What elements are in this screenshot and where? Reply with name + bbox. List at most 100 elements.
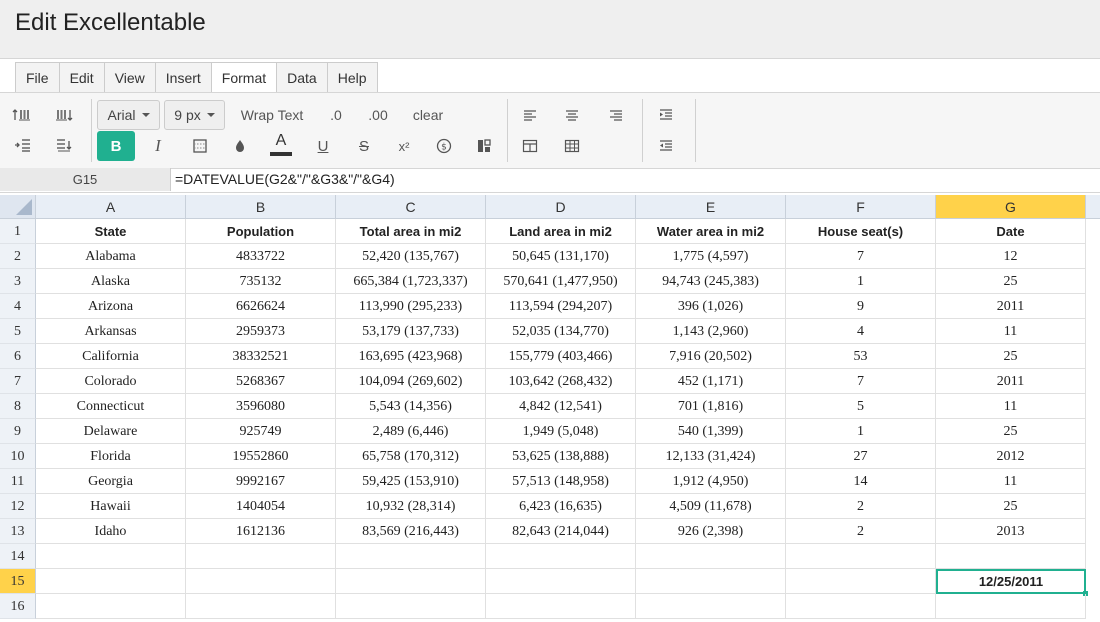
cell-b16[interactable] xyxy=(186,594,336,619)
superscript-button[interactable]: x² xyxy=(391,133,417,159)
cell-f15[interactable] xyxy=(786,569,936,594)
increase-decimal-button[interactable]: .00 xyxy=(362,103,394,127)
row-header-2[interactable]: 2 xyxy=(0,244,36,269)
cell-e7[interactable]: 452 (1,171) xyxy=(636,369,786,394)
delete-row-icon[interactable] xyxy=(8,133,36,157)
cell-c6[interactable]: 163,695 (423,968) xyxy=(336,344,486,369)
menu-format[interactable]: Format xyxy=(211,63,278,93)
cell-f8[interactable]: 5 xyxy=(786,394,936,419)
menu-edit[interactable]: Edit xyxy=(60,63,105,93)
cell-e6[interactable]: 7,916 (20,502) xyxy=(636,344,786,369)
cell-g11[interactable]: 11 xyxy=(936,469,1086,494)
delete-column-icon[interactable] xyxy=(50,133,78,157)
cell-f5[interactable]: 4 xyxy=(786,319,936,344)
cell-c1[interactable]: Total area in mi2 xyxy=(336,219,486,244)
cell-c3[interactable]: 665,384 (1,723,337) xyxy=(336,269,486,294)
cell-b7[interactable]: 5268367 xyxy=(186,369,336,394)
cell-g7[interactable]: 2011 xyxy=(936,369,1086,394)
cell-e12[interactable]: 4,509 (11,678) xyxy=(636,494,786,519)
cell-c12[interactable]: 10,932 (28,314) xyxy=(336,494,486,519)
cell-d2[interactable]: 50,645 (131,170) xyxy=(486,244,636,269)
merge-cells-icon[interactable] xyxy=(517,133,543,159)
cell-b3[interactable]: 735132 xyxy=(186,269,336,294)
cell-f12[interactable]: 2 xyxy=(786,494,936,519)
cell-f3[interactable]: 1 xyxy=(786,269,936,294)
select-all-corner[interactable] xyxy=(0,195,36,219)
column-header-f[interactable]: F xyxy=(786,195,936,219)
cell-d15[interactable] xyxy=(486,569,636,594)
cell-e2[interactable]: 1,775 (4,597) xyxy=(636,244,786,269)
cell-d7[interactable]: 103,642 (268,432) xyxy=(486,369,636,394)
cell-reference-box[interactable]: G15 xyxy=(0,168,171,191)
row-header-8[interactable]: 8 xyxy=(0,394,36,419)
cell-b9[interactable]: 925749 xyxy=(186,419,336,444)
cell-e16[interactable] xyxy=(636,594,786,619)
cell-f7[interactable]: 7 xyxy=(786,369,936,394)
row-header-11[interactable]: 11 xyxy=(0,469,36,494)
insert-row-above-icon[interactable] xyxy=(8,103,36,127)
cell-b6[interactable]: 38332521 xyxy=(186,344,336,369)
cell-g14[interactable] xyxy=(936,544,1086,569)
cell-a11[interactable]: Georgia xyxy=(36,469,186,494)
menu-view[interactable]: View xyxy=(105,63,156,93)
row-header-15[interactable]: 15 xyxy=(0,569,36,594)
cell-b13[interactable]: 1612136 xyxy=(186,519,336,544)
cell-g2[interactable]: 12 xyxy=(936,244,1086,269)
cell-a16[interactable] xyxy=(36,594,186,619)
cell-a2[interactable]: Alabama xyxy=(36,244,186,269)
row-header-5[interactable]: 5 xyxy=(0,319,36,344)
indent-decrease-icon[interactable] xyxy=(653,133,679,159)
cell-b15[interactable] xyxy=(186,569,336,594)
column-header-e[interactable]: E xyxy=(636,195,786,219)
cell-a8[interactable]: Connecticut xyxy=(36,394,186,419)
cell-d12[interactable]: 6,423 (16,635) xyxy=(486,494,636,519)
cell-b10[interactable]: 19552860 xyxy=(186,444,336,469)
decrease-decimal-button[interactable]: .0 xyxy=(322,103,350,127)
menu-insert[interactable]: Insert xyxy=(156,63,212,93)
cell-c16[interactable] xyxy=(336,594,486,619)
cell-g15[interactable]: 12/25/2011 xyxy=(936,569,1086,594)
column-header-g[interactable]: G xyxy=(936,195,1086,219)
column-header-overflow[interactable] xyxy=(1086,195,1100,219)
cell-g13[interactable]: 2013 xyxy=(936,519,1086,544)
cell-g3[interactable]: 25 xyxy=(936,269,1086,294)
clear-format-button[interactable]: clear xyxy=(408,103,448,127)
cell-d4[interactable]: 113,594 (294,207) xyxy=(486,294,636,319)
cell-d9[interactable]: 1,949 (5,048) xyxy=(486,419,636,444)
cell-g1[interactable]: Date xyxy=(936,219,1086,244)
cell-f13[interactable]: 2 xyxy=(786,519,936,544)
cell-e3[interactable]: 94,743 (245,383) xyxy=(636,269,786,294)
underline-button[interactable]: U xyxy=(310,133,336,159)
cell-e5[interactable]: 1,143 (2,960) xyxy=(636,319,786,344)
cell-b8[interactable]: 3596080 xyxy=(186,394,336,419)
row-header-9[interactable]: 9 xyxy=(0,419,36,444)
cell-f1[interactable]: House seat(s) xyxy=(786,219,936,244)
cell-e8[interactable]: 701 (1,816) xyxy=(636,394,786,419)
cell-a4[interactable]: Arizona xyxy=(36,294,186,319)
row-header-3[interactable]: 3 xyxy=(0,269,36,294)
cell-f11[interactable]: 14 xyxy=(786,469,936,494)
font-family-select[interactable]: Arial xyxy=(97,100,160,130)
cell-a6[interactable]: California xyxy=(36,344,186,369)
cell-f4[interactable]: 9 xyxy=(786,294,936,319)
cell-g12[interactable]: 25 xyxy=(936,494,1086,519)
cell-d3[interactable]: 570,641 (1,477,950) xyxy=(486,269,636,294)
cell-f6[interactable]: 53 xyxy=(786,344,936,369)
cell-d16[interactable] xyxy=(486,594,636,619)
cell-a5[interactable]: Arkansas xyxy=(36,319,186,344)
cell-a3[interactable]: Alaska xyxy=(36,269,186,294)
cell-e11[interactable]: 1,912 (4,950) xyxy=(636,469,786,494)
cell-c2[interactable]: 52,420 (135,767) xyxy=(336,244,486,269)
cell-a13[interactable]: Idaho xyxy=(36,519,186,544)
cell-c11[interactable]: 59,425 (153,910) xyxy=(336,469,486,494)
cell-g8[interactable]: 11 xyxy=(936,394,1086,419)
cell-b11[interactable]: 9992167 xyxy=(186,469,336,494)
align-center-icon[interactable] xyxy=(559,103,585,127)
cell-g10[interactable]: 2012 xyxy=(936,444,1086,469)
cell-g9[interactable]: 25 xyxy=(936,419,1086,444)
cell-e9[interactable]: 540 (1,399) xyxy=(636,419,786,444)
column-header-d[interactable]: D xyxy=(486,195,636,219)
cell-e4[interactable]: 396 (1,026) xyxy=(636,294,786,319)
row-header-1[interactable]: 1 xyxy=(0,219,36,244)
menu-data[interactable]: Data xyxy=(277,63,328,93)
